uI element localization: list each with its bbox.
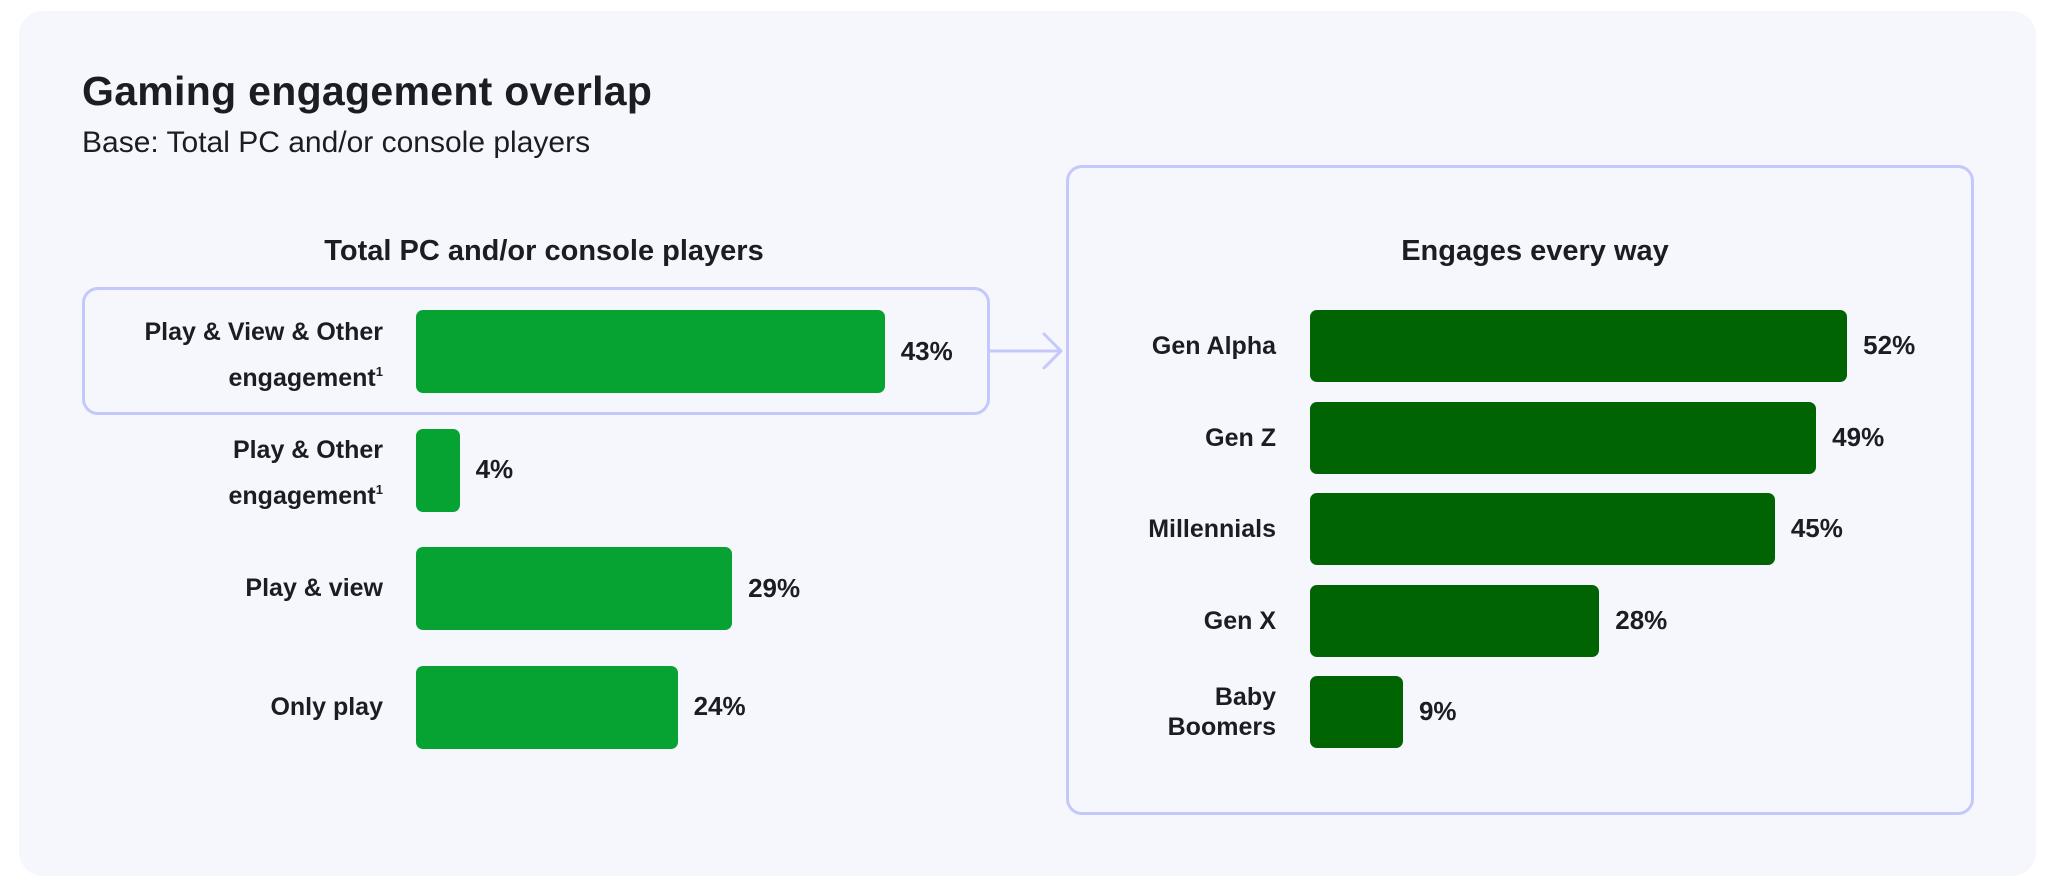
value-label: 52% [1863, 330, 1916, 360]
category-label-line: Gen Alpha [1152, 331, 1276, 361]
category-label-text: Baby [1214, 683, 1276, 712]
category-label: Gen Alpha [1152, 331, 1276, 361]
category-label: Play & View & Other engagement1 [144, 313, 383, 398]
category-label: Gen Z [1205, 423, 1276, 453]
category-label-line: Gen X [1204, 606, 1276, 636]
value-label: 9% [1418, 696, 1457, 727]
category-label-text: Only play [270, 692, 383, 721]
category-label-line: Gen Z [1205, 423, 1276, 453]
category-label: Millennials [1148, 514, 1276, 544]
category-label-text: Gen Alpha [1151, 332, 1276, 360]
footnote-marker: 1 [375, 482, 383, 497]
bar [416, 428, 460, 512]
category-label-text: engagement [228, 363, 376, 392]
category-label-text: Gen Z [1205, 423, 1276, 452]
bar [1310, 310, 1848, 382]
category-label: Play & view [245, 569, 383, 608]
category-label-line: Boomers [1168, 712, 1276, 742]
page-subtitle: Base: Total PC and/or console players [82, 126, 591, 159]
bar [416, 665, 678, 749]
value-label: 29% [748, 572, 801, 603]
bar [1310, 584, 1600, 657]
value-label: 43% [900, 335, 953, 366]
bar [1310, 493, 1775, 566]
category-label-line: Only play [270, 688, 383, 727]
category-label-text: Gen X [1203, 606, 1276, 635]
value-label: 45% [1790, 513, 1843, 544]
category-label-line: Play & Other [229, 431, 383, 470]
value-label: 28% [1615, 604, 1668, 635]
category-label-line: Millennials [1148, 514, 1276, 544]
footnote-marker: 1 [375, 363, 383, 379]
category-label-text: Millennials [1148, 515, 1276, 544]
left-chart-title: Total PC and/or console players [324, 235, 764, 267]
category-label-text: Play & Other [232, 436, 383, 464]
category-label-text: Play & view [245, 574, 383, 602]
bar [1310, 676, 1403, 749]
category-label: Gen X [1204, 606, 1276, 636]
category-label: Only play [270, 688, 383, 727]
category-label-line: engagement1 [229, 470, 384, 516]
page-title: Gaming engagement overlap [82, 68, 653, 114]
bar [1310, 401, 1817, 474]
category-label-line: engagement1 [144, 352, 384, 398]
value-label: 4% [475, 454, 514, 484]
category-label-text: Play & View & Other [144, 317, 383, 346]
category-label-text: engagement [228, 482, 376, 510]
value-label: 49% [1832, 421, 1885, 452]
category-label-line: Play & view [245, 569, 383, 608]
right-chart-title: Engages every way [1401, 235, 1669, 267]
value-label: 24% [693, 691, 746, 721]
category-label: Baby Boomers [1168, 682, 1276, 742]
category-label-line: Baby [1168, 682, 1276, 712]
bar [416, 547, 733, 630]
category-label: Play & Other engagement1 [229, 431, 384, 516]
bar [416, 310, 885, 393]
category-label-text: Boomers [1167, 713, 1276, 742]
arrow-right-icon [990, 332, 1063, 370]
category-label-line: Play & View & Other [144, 313, 383, 352]
